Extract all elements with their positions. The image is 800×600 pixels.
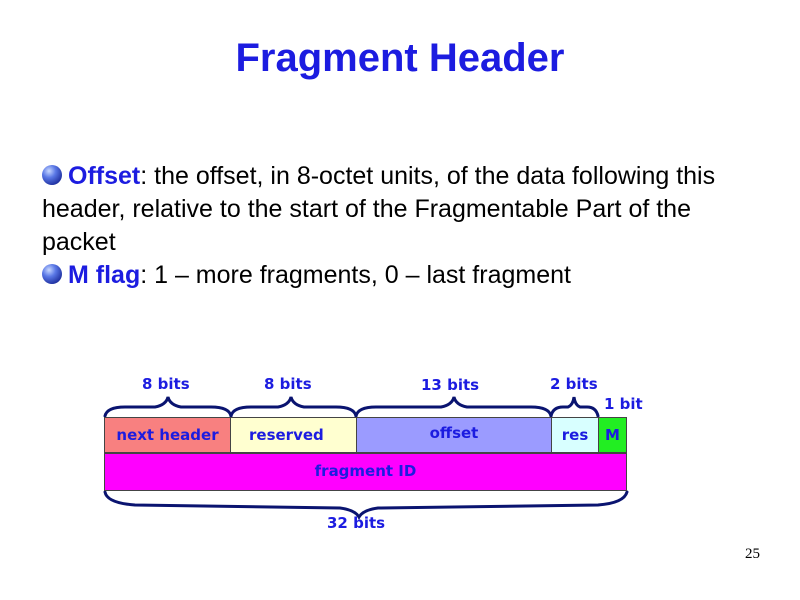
bits-label-res: 2 bits: [550, 375, 598, 393]
field-m: M: [598, 417, 627, 453]
bits-label-m: 1 bit: [604, 395, 643, 413]
brace-reserved: [229, 396, 358, 418]
page-number: 25: [745, 546, 760, 562]
field-res: res: [551, 417, 599, 453]
bits-label-next-header: 8 bits: [142, 375, 190, 393]
fragment-header-diagram: 8 bits 8 bits 13 bits 2 bits 1 bit next …: [0, 0, 800, 600]
brace-next-header: [103, 396, 233, 418]
field-next-header: next header: [104, 417, 231, 453]
field-reserved: reserved: [230, 417, 357, 453]
brace-offset: [354, 396, 553, 418]
brace-layer: [103, 396, 629, 521]
bits-label-total: 32 bits: [327, 514, 386, 532]
bits-label-reserved: 8 bits: [264, 375, 312, 393]
field-fragment-id: fragment ID: [104, 453, 627, 491]
bits-label-offset: 13 bits: [421, 376, 480, 394]
brace-res: [549, 396, 600, 418]
field-offset: offset: [356, 417, 552, 453]
